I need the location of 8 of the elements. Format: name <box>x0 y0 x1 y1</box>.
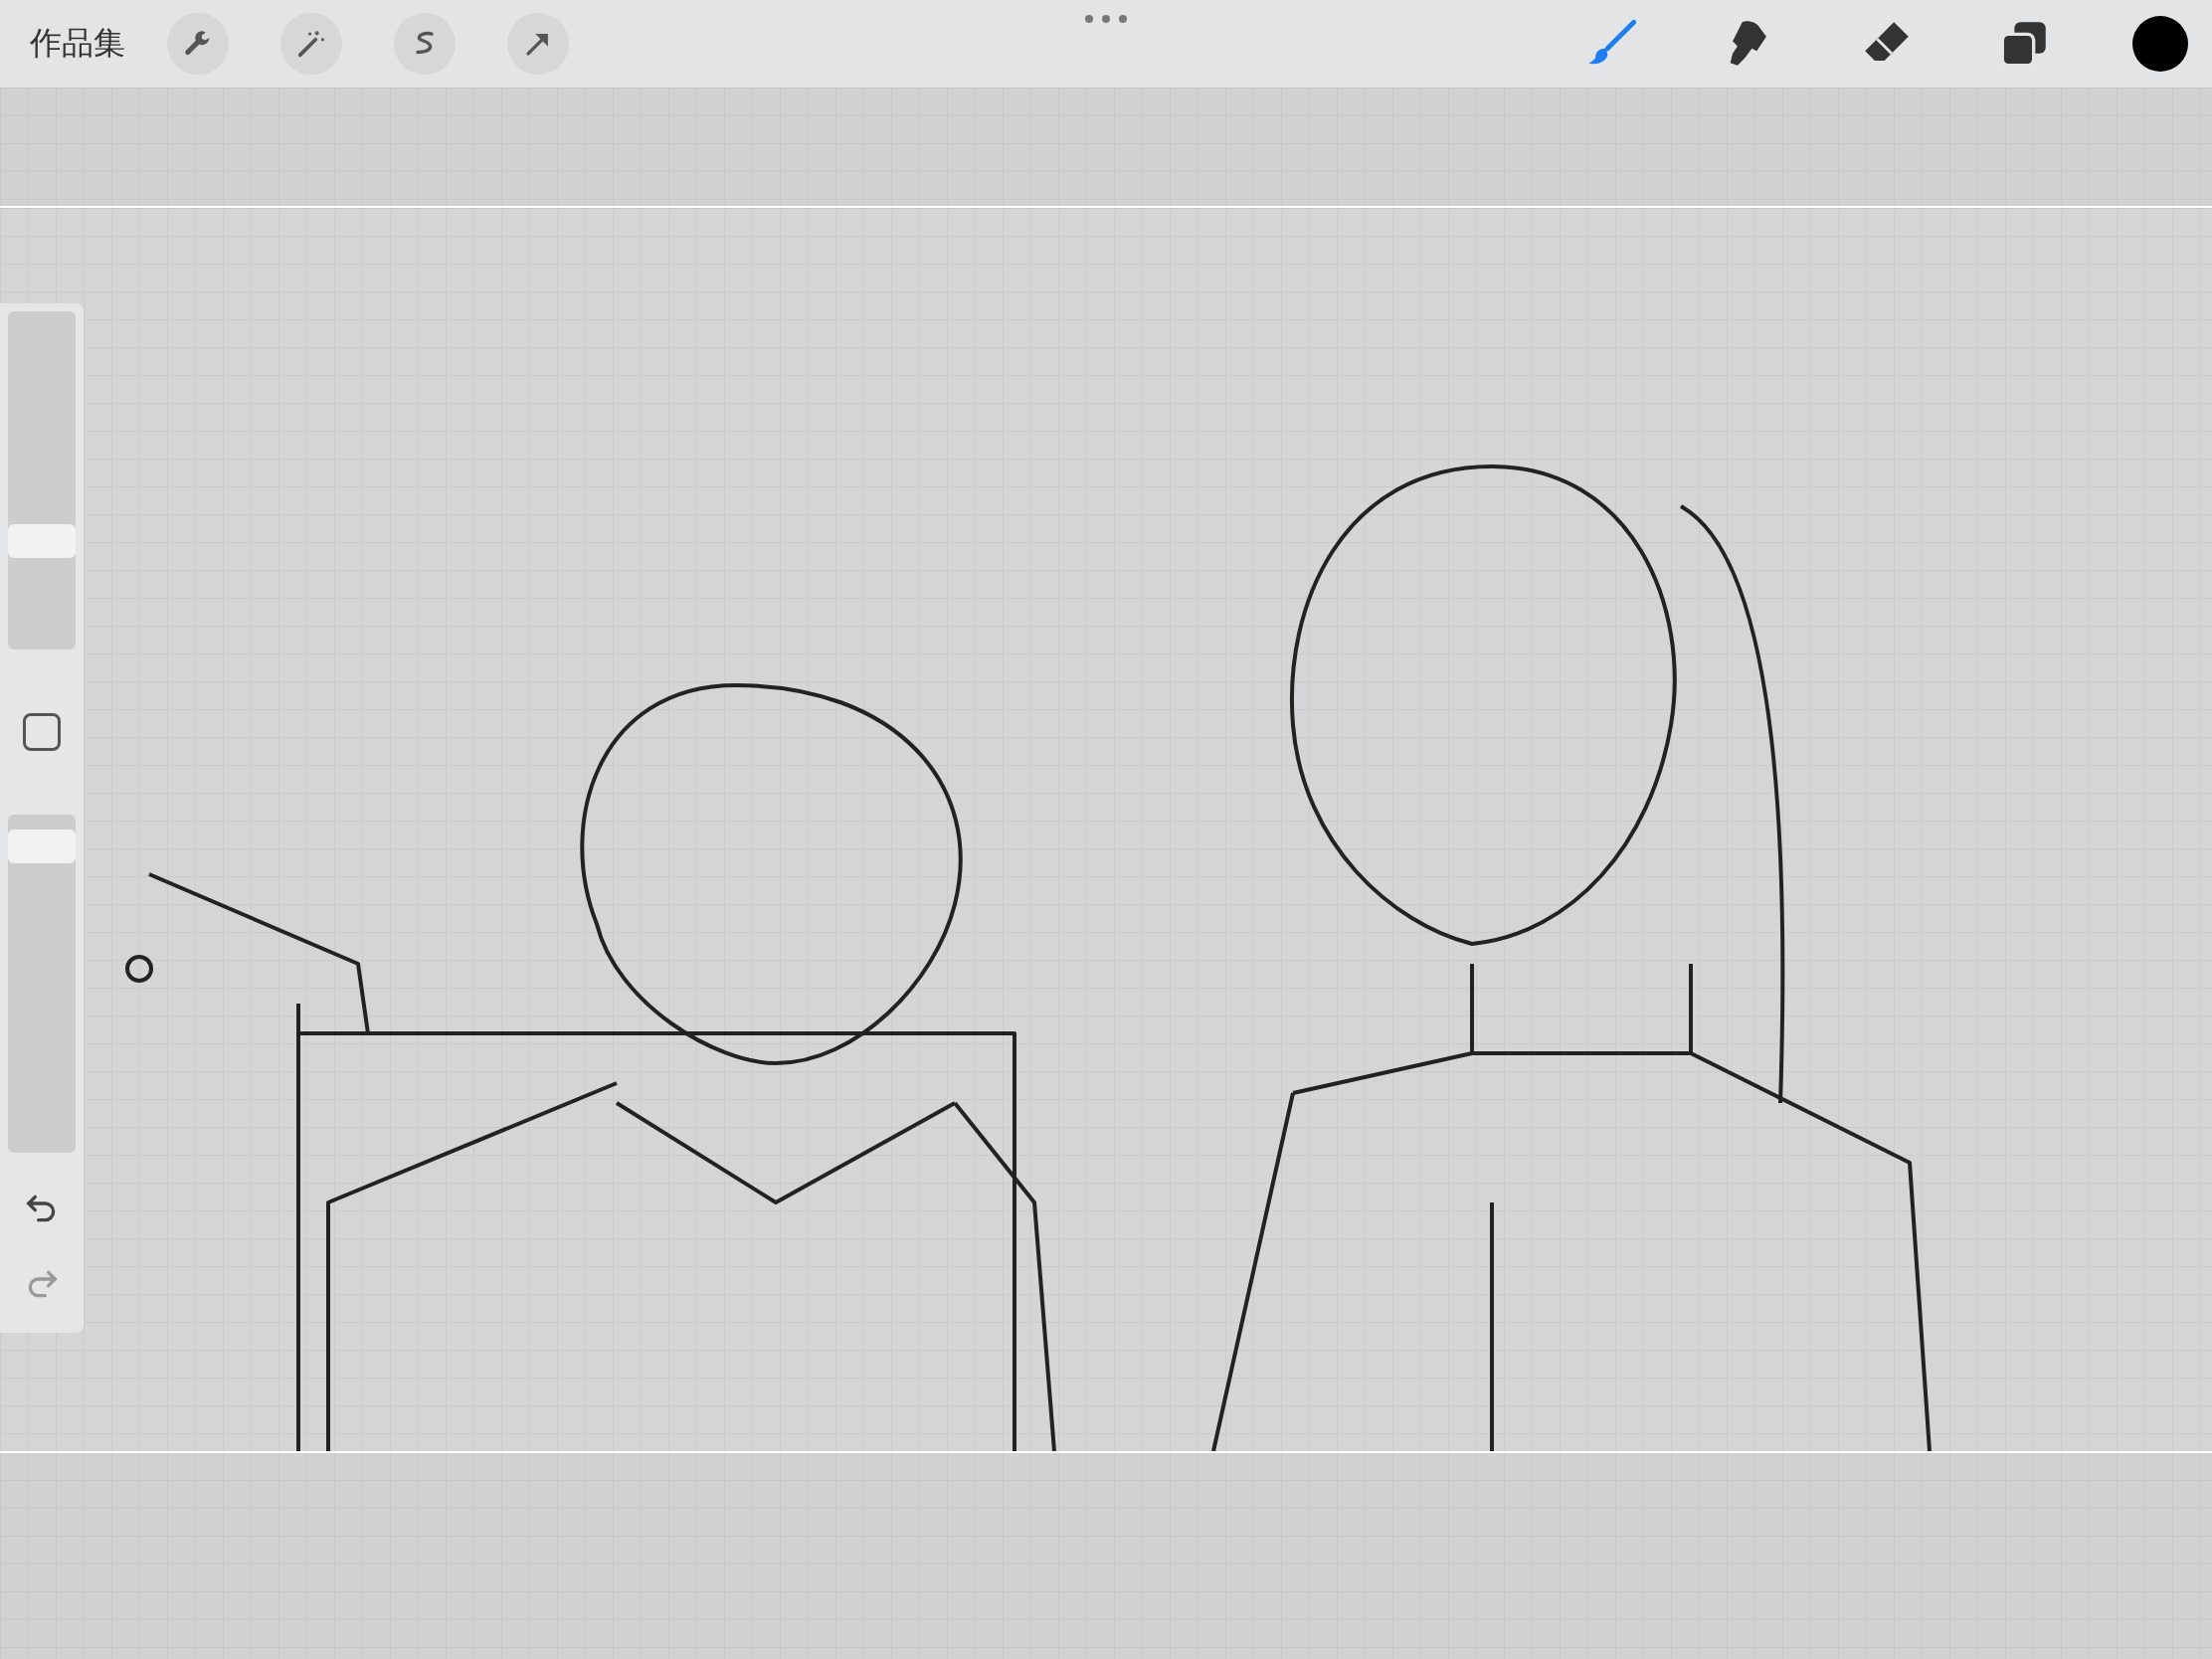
brush-size-slider[interactable] <box>8 311 76 649</box>
opacity-slider[interactable] <box>8 815 76 1153</box>
gallery-button[interactable]: 作品集 <box>30 22 125 66</box>
slider-thumb[interactable] <box>8 524 76 559</box>
color-swatch[interactable] <box>2132 16 2188 72</box>
more-options-icon[interactable] <box>1084 14 1128 24</box>
slider-thumb[interactable] <box>8 830 76 864</box>
modify-button[interactable] <box>23 713 61 751</box>
